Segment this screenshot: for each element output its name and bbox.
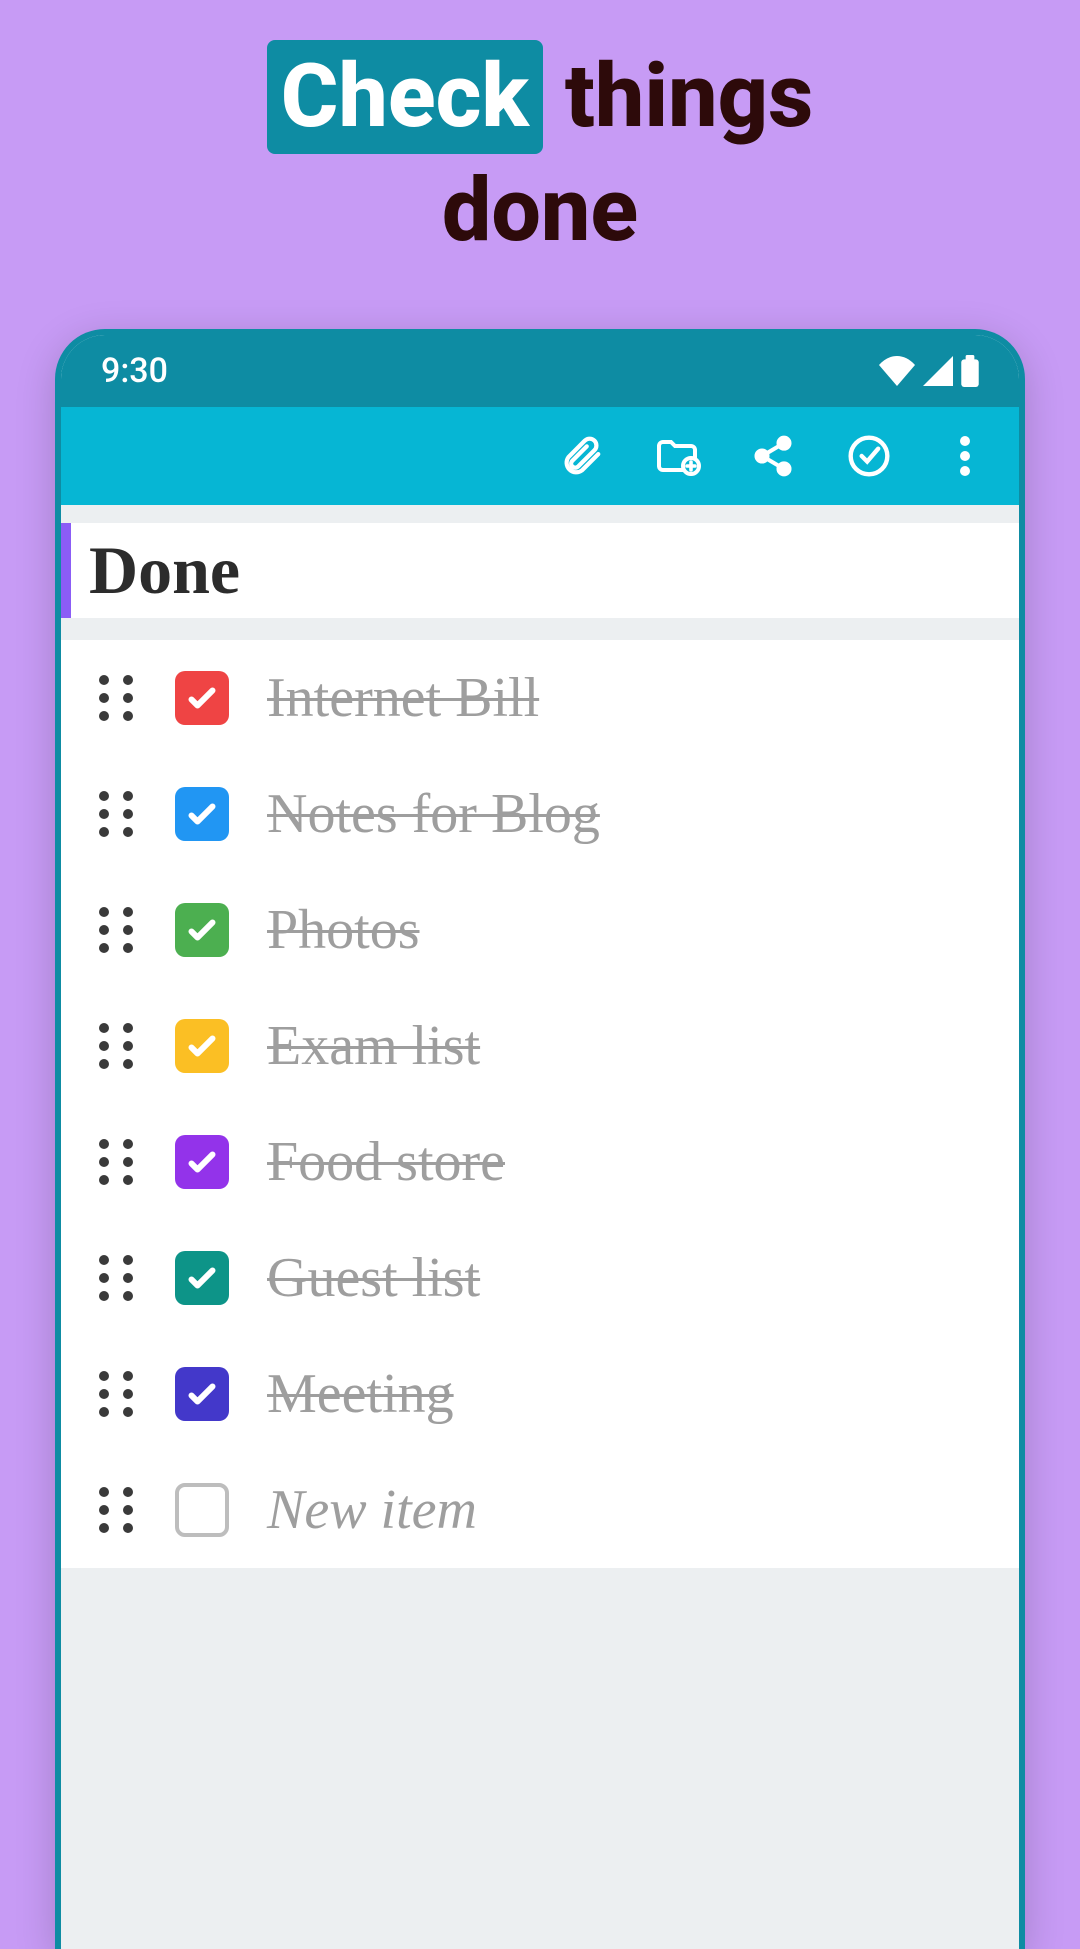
list-item[interactable]: Meeting — [61, 1336, 1019, 1452]
checkbox-empty[interactable] — [175, 1483, 229, 1537]
share-icon[interactable] — [749, 432, 797, 480]
list-item[interactable]: Notes for Blog — [61, 756, 1019, 872]
item-label: Photos — [267, 898, 420, 962]
note-title: Done — [89, 531, 1001, 610]
checkbox[interactable] — [175, 1019, 229, 1073]
status-icons — [879, 355, 979, 387]
wifi-icon — [879, 356, 915, 386]
status-time: 9:30 — [101, 351, 168, 391]
checkbox[interactable] — [175, 903, 229, 957]
drag-handle-icon[interactable] — [99, 907, 137, 953]
list-item[interactable]: Guest list — [61, 1220, 1019, 1336]
drag-handle-icon[interactable] — [99, 1139, 137, 1185]
drag-handle-icon[interactable] — [99, 1487, 137, 1533]
drag-handle-icon[interactable] — [99, 1371, 137, 1417]
drag-handle-icon[interactable] — [99, 791, 137, 837]
item-label: Meeting — [267, 1362, 454, 1426]
item-label: Food store — [267, 1130, 505, 1194]
drag-handle-icon[interactable] — [99, 675, 137, 721]
item-label: Notes for Blog — [267, 782, 600, 846]
promo-heading: Check things done — [0, 0, 1080, 329]
promo-text-1: things — [565, 45, 813, 148]
promo-highlight: Check — [267, 40, 543, 154]
item-label: Guest list — [267, 1246, 480, 1310]
item-label: Internet Bill — [267, 666, 539, 730]
new-item-placeholder: New item — [267, 1478, 477, 1542]
drag-handle-icon[interactable] — [99, 1023, 137, 1069]
device-frame: 9:30 Done — [55, 329, 1025, 1949]
battery-icon — [961, 355, 979, 387]
list-item[interactable]: Exam list — [61, 988, 1019, 1104]
list-item[interactable]: Food store — [61, 1104, 1019, 1220]
check-all-icon[interactable] — [845, 432, 893, 480]
folder-add-icon[interactable] — [653, 432, 701, 480]
overflow-menu-icon[interactable] — [941, 432, 989, 480]
promo-text-2: done — [442, 159, 638, 262]
checkbox[interactable] — [175, 671, 229, 725]
list-item[interactable]: Internet Bill — [61, 640, 1019, 756]
status-bar: 9:30 — [61, 335, 1019, 407]
checkbox[interactable] — [175, 1135, 229, 1189]
app-toolbar — [61, 407, 1019, 505]
list-item[interactable]: Photos — [61, 872, 1019, 988]
note-title-bar[interactable]: Done — [61, 523, 1019, 618]
drag-handle-icon[interactable] — [99, 1255, 137, 1301]
checkbox[interactable] — [175, 787, 229, 841]
checkbox[interactable] — [175, 1251, 229, 1305]
new-item-row[interactable]: New item — [61, 1452, 1019, 1568]
note-content: Done Internet Bill Notes for Blog Photos — [61, 505, 1019, 1949]
checklist: Internet Bill Notes for Blog Photos Exam… — [61, 640, 1019, 1568]
signal-icon — [923, 356, 953, 386]
checkbox[interactable] — [175, 1367, 229, 1421]
attach-icon[interactable] — [557, 432, 605, 480]
item-label: Exam list — [267, 1014, 480, 1078]
